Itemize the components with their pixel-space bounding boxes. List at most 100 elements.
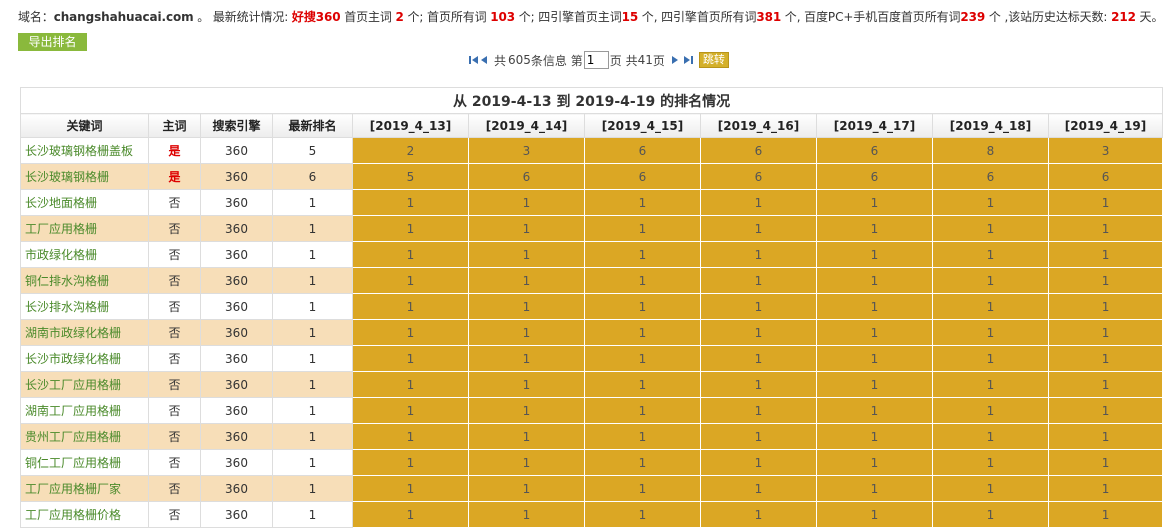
- rank-cell-d7: 1: [1047, 423, 1164, 450]
- header-date-2: [2019_4_14]: [468, 113, 585, 138]
- rank-cell-d3: 1: [584, 319, 701, 346]
- rank-cell-d7: 1: [1047, 397, 1164, 424]
- rank-cell-d1: 1: [352, 267, 469, 294]
- table-row: 贵州工厂应用格栅否 360 1 1 1 1 1 1 1 1: [20, 423, 1164, 450]
- rank-cell-d7: 1: [1047, 215, 1164, 242]
- rank-cell-d2: 1: [468, 345, 585, 372]
- rank-cell-d3: 1: [584, 397, 701, 424]
- prev-page-icon[interactable]: [480, 54, 491, 66]
- last-page-icon[interactable]: [683, 54, 694, 66]
- rank-cell-d4: 1: [700, 293, 817, 320]
- domain-label: 域名：: [18, 10, 54, 24]
- latest-label: 最新统计情况:: [209, 10, 292, 24]
- rank-cell-d7: 6: [1047, 163, 1164, 190]
- rank-cell-d7: 1: [1047, 319, 1164, 346]
- rank-cell-d5: 1: [816, 241, 933, 268]
- rank-cell-d6: 1: [932, 475, 1049, 502]
- rank-cell-d5: 1: [816, 501, 933, 528]
- engine-cell: 360: [200, 501, 273, 528]
- rank-cell-d5: 1: [816, 215, 933, 242]
- rank-cell-d3: 1: [584, 501, 701, 528]
- latest-rank-cell: 1: [272, 449, 353, 476]
- keyword-cell: 贵州工厂应用格栅: [20, 423, 149, 450]
- jump-button[interactable]: 跳转: [698, 52, 729, 68]
- rank-cell-d4: 1: [700, 319, 817, 346]
- latest-rank-cell: 1: [272, 371, 353, 398]
- keyword-cell: 长沙市政绿化格栅: [20, 345, 149, 372]
- domain-value: changshahuacai.com: [53, 10, 194, 24]
- latest-rank-cell: 1: [272, 189, 353, 216]
- rank-cell-d1: 1: [352, 345, 469, 372]
- page-number-input[interactable]: [583, 51, 609, 69]
- table-row: 工厂应用格栅厂家否 360 1 1 1 1 1 1 1 1: [20, 475, 1164, 502]
- keyword-cell: 工厂应用格栅价格: [20, 501, 149, 528]
- keyword-cell: 市政绿化格栅: [20, 241, 149, 268]
- keyword-cell: 铜仁排水沟格栅: [20, 267, 149, 294]
- latest-rank-cell: 1: [272, 345, 353, 372]
- four-all-label: 个, 四引擎首页所有词: [638, 10, 757, 24]
- main-keyword-cell: 否: [148, 293, 201, 320]
- rank-cell-d7: 1: [1047, 267, 1164, 294]
- days-count: 212: [1111, 10, 1136, 24]
- latest-rank-cell: 1: [272, 215, 353, 242]
- rank-cell-d2: 6: [468, 163, 585, 190]
- keyword-cell: 长沙地面格栅: [20, 189, 149, 216]
- rank-cell-d1: 1: [352, 449, 469, 476]
- domain-sep: 。: [193, 10, 210, 24]
- main-keyword-cell: 否: [148, 397, 201, 424]
- table-body: 长沙玻璃钢格栅盖板是 360 5 2 3 6 6 6 8 3 长沙玻璃钢格栅是 360 6 5 6 6 6 6 6 6…: [20, 137, 1164, 528]
- latest-rank-cell: 1: [272, 475, 353, 502]
- engine-cell: 360: [200, 397, 273, 424]
- rank-cell-d5: 1: [816, 293, 933, 320]
- rank-cell-d5: 1: [816, 319, 933, 346]
- rank-cell-d3: 1: [584, 371, 701, 398]
- header-latest: 最新排名: [272, 113, 353, 138]
- main-keyword-cell: 否: [148, 319, 201, 346]
- header-date-1: [2019_4_13]: [352, 113, 469, 138]
- latest-rank-cell: 6: [272, 163, 353, 190]
- keyword-cell: 长沙玻璃钢格栅: [20, 163, 149, 190]
- rank-cell-d6: 1: [932, 319, 1049, 346]
- pages-suffix: 页: [652, 53, 665, 68]
- rank-cell-d3: 1: [584, 293, 701, 320]
- rank-cell-d6: 1: [932, 293, 1049, 320]
- rank-cell-d5: 1: [816, 449, 933, 476]
- rank-cell-d4: 1: [700, 449, 817, 476]
- rank-cell-d6: 1: [932, 267, 1049, 294]
- rank-cell-d1: 5: [352, 163, 469, 190]
- next-page-icon[interactable]: [671, 54, 682, 66]
- rank-cell-d4: 6: [700, 137, 817, 164]
- rank-cell-d7: 1: [1047, 241, 1164, 268]
- table-row: 长沙地面格栅否 360 1 1 1 1 1 1 1 1: [20, 189, 1164, 216]
- first-page-icon[interactable]: [468, 54, 479, 66]
- homepage-all-label: 个; 首页所有词: [403, 10, 491, 24]
- four-main-label: 个; 四引擎首页主词: [515, 10, 622, 24]
- main-keyword-cell: 否: [148, 501, 201, 528]
- pagination: 共 605 条信息 第 页 共 41 页 跳转: [468, 51, 729, 69]
- rank-cell-d4: 1: [700, 423, 817, 450]
- keyword-cell: 长沙工厂应用格栅: [20, 371, 149, 398]
- main-keyword-cell: 否: [148, 215, 201, 242]
- rank-cell-d2: 1: [468, 501, 585, 528]
- rank-cell-d2: 1: [468, 319, 585, 346]
- four-all-count: 381: [756, 10, 782, 24]
- header-date-5: [2019_4_17]: [816, 113, 933, 138]
- table-row: 长沙工厂应用格栅否 360 1 1 1 1 1 1 1 1: [20, 371, 1164, 398]
- keyword-cell: 湖南市政绿化格栅: [20, 319, 149, 346]
- export-ranking-button[interactable]: 导出排名: [18, 33, 87, 51]
- engine-cell: 360: [200, 345, 273, 372]
- rank-cell-d4: 1: [700, 397, 817, 424]
- rank-cell-d1: 1: [352, 501, 469, 528]
- ranking-table: 从 2019-4-13 到 2019-4-19 的排名情况 关键词 主词 搜索引…: [19, 87, 1164, 528]
- rank-cell-d5: 1: [816, 267, 933, 294]
- main-keyword-cell: 是: [148, 137, 201, 164]
- engine-cell: 360: [200, 163, 273, 190]
- rank-cell-d5: 1: [816, 397, 933, 424]
- rank-cell-d6: 1: [932, 371, 1049, 398]
- header-date-7: [2019_4_19]: [1047, 113, 1164, 138]
- engine-cell: 360: [200, 189, 273, 216]
- rank-cell-d2: 1: [468, 475, 585, 502]
- rank-cell-d2: 1: [468, 189, 585, 216]
- engine-cell: 360: [200, 423, 273, 450]
- table-row: 长沙玻璃钢格栅盖板是 360 5 2 3 6 6 6 8 3: [20, 137, 1164, 164]
